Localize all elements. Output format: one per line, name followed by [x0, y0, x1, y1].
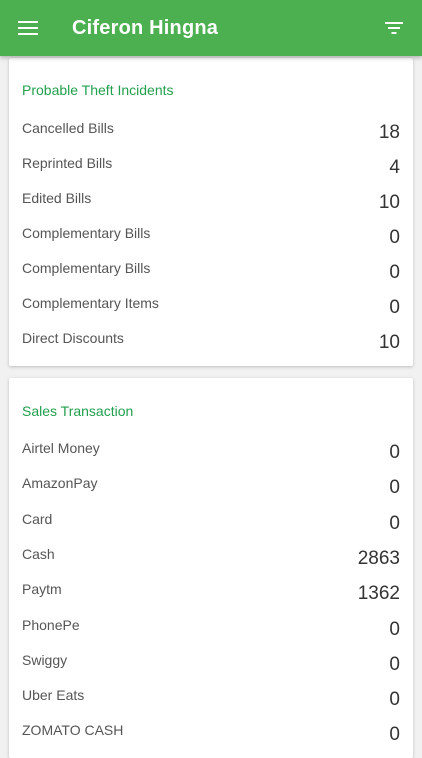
- row-value: 4: [389, 157, 400, 178]
- theft-row-direct-discounts[interactable]: Direct Discounts 10: [9, 330, 413, 365]
- theft-incidents-card: Probable Theft Incidents Cancelled Bills…: [9, 58, 413, 366]
- menu-icon: [18, 21, 38, 35]
- sales-row-uber-eats[interactable]: Uber Eats 0: [9, 687, 413, 722]
- page-title: Ciferon Hingna: [72, 16, 219, 39]
- row-value: 0: [389, 619, 400, 640]
- row-label: Complementary Bills: [22, 260, 151, 276]
- row-value: 10: [378, 192, 400, 213]
- row-label: Reprinted Bills: [22, 155, 113, 171]
- sales-row-airtel-money[interactable]: Airtel Money 0: [9, 440, 413, 475]
- sales-transaction-card: Sales Transaction Airtel Money 0 AmazonP…: [9, 378, 413, 758]
- row-label: AmazonPay: [22, 475, 98, 491]
- row-value: 1362: [357, 583, 400, 604]
- row-value: 10: [378, 332, 400, 353]
- row-label: Cancelled Bills: [22, 120, 114, 136]
- row-value: 0: [389, 297, 400, 318]
- theft-row-edited-bills[interactable]: Edited Bills 10: [9, 190, 413, 225]
- row-value: 2863: [357, 548, 400, 569]
- filter-icon: [385, 22, 403, 34]
- row-label: Complementary Bills: [22, 225, 151, 241]
- row-label: Paytm: [22, 581, 62, 597]
- sales-row-amazonpay[interactable]: AmazonPay 0: [9, 475, 413, 510]
- row-label: Direct Discounts: [22, 330, 124, 346]
- sales-row-paytm[interactable]: Paytm 1362: [9, 581, 413, 616]
- app-bar: Ciferon Hingna: [0, 0, 422, 56]
- row-label: Card: [22, 511, 53, 527]
- row-label: Cash: [22, 546, 55, 562]
- filter-button[interactable]: [374, 8, 414, 48]
- theft-row-reprinted-bills[interactable]: Reprinted Bills 4: [9, 155, 413, 190]
- row-label: Airtel Money: [22, 440, 100, 456]
- row-value: 0: [389, 477, 400, 498]
- row-value: 0: [389, 724, 400, 745]
- row-label: Uber Eats: [22, 687, 85, 703]
- row-label: Edited Bills: [22, 190, 92, 206]
- row-value: 0: [389, 654, 400, 675]
- row-value: 0: [389, 689, 400, 710]
- theft-row-complementary-bills-2[interactable]: Complementary Bills 0: [9, 260, 413, 295]
- theft-row-complementary-bills[interactable]: Complementary Bills 0: [9, 225, 413, 260]
- menu-button[interactable]: [0, 0, 56, 56]
- sales-row-phonepe[interactable]: PhonePe 0: [9, 617, 413, 652]
- row-label: ZOMATO CASH: [22, 722, 124, 738]
- row-label: Complementary Items: [22, 295, 159, 311]
- theft-row-cancelled-bills[interactable]: Cancelled Bills 18: [9, 120, 413, 155]
- row-value: 18: [378, 122, 400, 143]
- row-value: 0: [389, 227, 400, 248]
- theft-card-title: Probable Theft Incidents: [22, 82, 174, 98]
- sales-row-swiggy[interactable]: Swiggy 0: [9, 652, 413, 687]
- row-value: 0: [389, 513, 400, 534]
- row-value: 0: [389, 262, 400, 283]
- sales-row-card[interactable]: Card 0: [9, 511, 413, 546]
- sales-row-cash[interactable]: Cash 2863: [9, 546, 413, 581]
- row-value: 0: [389, 442, 400, 463]
- theft-row-complementary-items[interactable]: Complementary Items 0: [9, 295, 413, 330]
- sales-card-title: Sales Transaction: [22, 403, 134, 419]
- row-label: PhonePe: [22, 617, 80, 633]
- row-label: Swiggy: [22, 652, 68, 668]
- sales-row-zomato-cash[interactable]: ZOMATO CASH 0: [9, 722, 413, 757]
